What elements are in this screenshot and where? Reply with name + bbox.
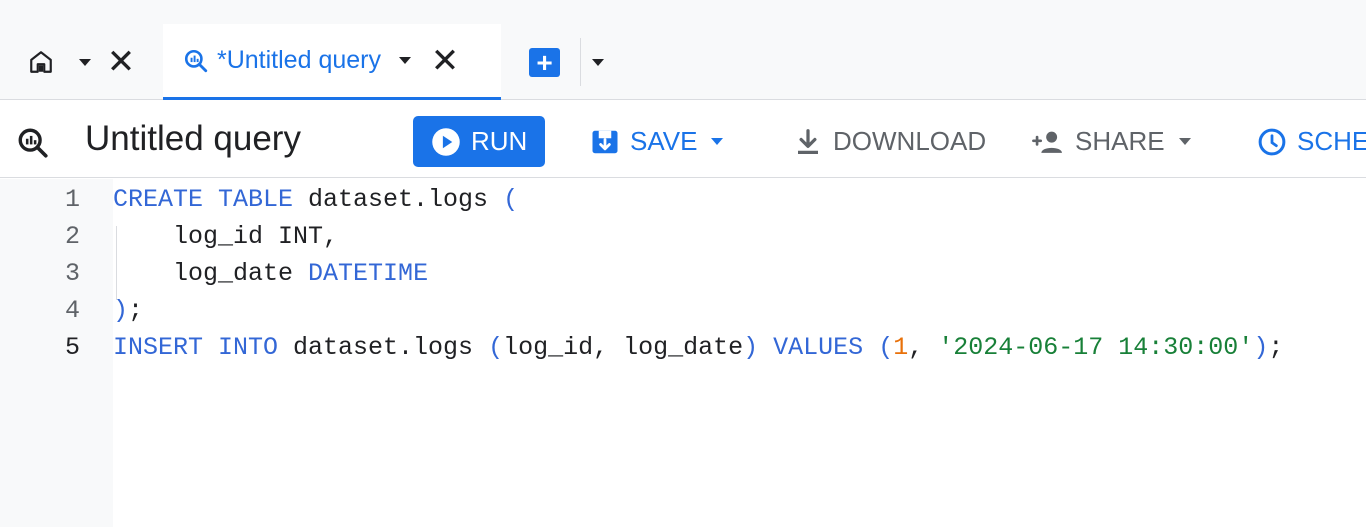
code-token: ( <box>488 333 504 362</box>
code-token: 1 <box>893 333 909 362</box>
play-icon <box>431 127 461 157</box>
line-number: 3 <box>64 259 80 288</box>
download-button[interactable]: DOWNLOAD <box>793 116 986 167</box>
code-line[interactable]: 5 INSERT INTO dataset.logs (log_id, log_d… <box>0 329 1366 366</box>
tab-home[interactable]: ✕ <box>16 40 138 84</box>
code-token: log_id, log_date <box>503 333 744 362</box>
more-tabs-chevron-down-icon[interactable] <box>592 59 604 66</box>
schedule-label: SCHE <box>1297 126 1366 156</box>
code-text: log_date DATETIME <box>113 255 428 292</box>
code-token: ; <box>1268 333 1284 362</box>
share-chevron-down-icon[interactable] <box>1178 138 1191 145</box>
line-number: 1 <box>64 185 80 214</box>
tab-query-menu-chevron-down-icon[interactable] <box>393 39 417 83</box>
code-token: INSERT INTO <box>113 333 279 362</box>
code-token: ( <box>503 185 519 214</box>
download-icon <box>793 127 823 157</box>
page-title: Untitled query <box>85 119 301 158</box>
share-button[interactable]: SHARE <box>1031 116 1191 167</box>
sql-editor[interactable]: 1 CREATE TABLE dataset.logs (2 log_id INT… <box>0 179 1366 527</box>
code-token: log_id INT, <box>113 222 339 251</box>
run-button[interactable]: RUN <box>413 116 545 167</box>
code-text: INSERT INTO dataset.logs (log_id, log_da… <box>113 329 1283 366</box>
code-token: dataset.logs <box>278 333 489 362</box>
divider <box>580 38 581 86</box>
code-text: CREATE TABLE dataset.logs ( <box>113 181 518 218</box>
query-title-icon <box>16 126 50 165</box>
code-token: ; <box>128 296 144 325</box>
code-text: ); <box>113 292 143 329</box>
query-toolbar: Untitled query RUN SAVE DOWNLOAD SHARE S… <box>0 101 1366 178</box>
code-text: log_id INT, <box>113 218 338 255</box>
clock-icon <box>1257 127 1287 157</box>
code-token: VALUES <box>773 333 864 362</box>
tab-label: *Untitled query <box>217 46 381 74</box>
code-token: dataset.logs <box>293 185 504 214</box>
home-icon <box>16 40 66 84</box>
code-line[interactable]: 2 log_id INT, <box>0 218 1366 255</box>
code-token: CREATE TABLE <box>113 185 294 214</box>
line-number: 4 <box>64 296 80 325</box>
save-label: SAVE <box>630 126 698 156</box>
code-token: ) <box>743 333 759 362</box>
tab-home-menu-chevron-down-icon[interactable] <box>66 40 104 84</box>
add-person-icon <box>1031 127 1065 157</box>
query-icon <box>183 48 209 74</box>
code-token: ) <box>1253 333 1269 362</box>
save-button[interactable]: SAVE <box>590 116 724 167</box>
code-token: DATETIME <box>308 259 429 288</box>
run-label: RUN <box>471 126 528 156</box>
code-token: '2024-06-17 14:30:00' <box>938 333 1254 362</box>
code-token: log_date <box>113 259 309 288</box>
code-line[interactable]: 1 CREATE TABLE dataset.logs ( <box>0 181 1366 218</box>
code-token: ( <box>878 333 894 362</box>
line-number: 2 <box>64 222 80 251</box>
tab-bar: ✕ *Untitled query ✕ + <box>0 0 1366 100</box>
share-label: SHARE <box>1075 126 1165 156</box>
save-icon <box>590 127 620 157</box>
code-token: , <box>908 333 939 362</box>
tab-untitled-query[interactable]: *Untitled query ✕ <box>163 24 501 100</box>
schedule-button[interactable]: SCHE <box>1257 116 1366 167</box>
code-line[interactable]: 4); <box>0 292 1366 329</box>
code-line[interactable]: 3 log_date DATETIME <box>0 255 1366 292</box>
download-label: DOWNLOAD <box>833 126 987 156</box>
new-tab-plus-icon[interactable]: + <box>529 48 560 77</box>
line-number: 5 <box>64 333 80 362</box>
tab-home-close-icon[interactable]: ✕ <box>104 40 138 84</box>
save-chevron-down-icon[interactable] <box>711 138 724 145</box>
tab-query-close-icon[interactable]: ✕ <box>417 39 473 83</box>
code-token: ) <box>113 296 129 325</box>
